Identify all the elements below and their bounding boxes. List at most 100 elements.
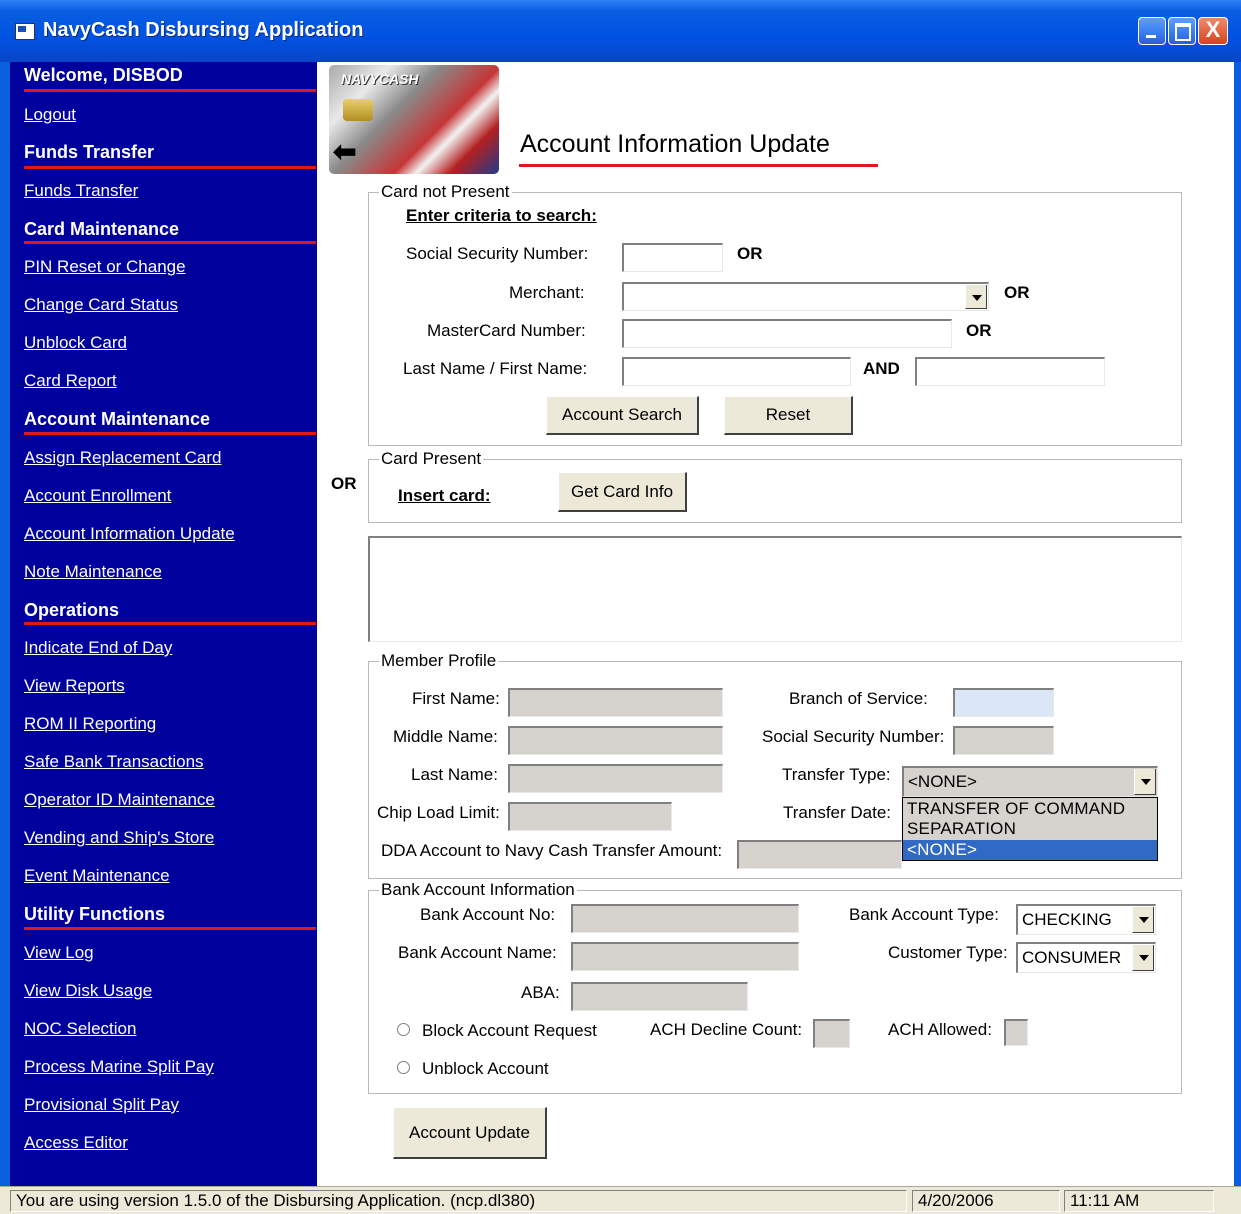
sidebar-item-provisional-split-pay[interactable]: Provisional Split Pay: [24, 1095, 179, 1115]
dda-transfer-field[interactable]: [737, 840, 902, 869]
chip-load-limit-field[interactable]: [508, 802, 672, 831]
ssn-input[interactable]: [622, 243, 723, 272]
customer-type-select[interactable]: CONSUMER: [1016, 942, 1156, 973]
branch-of-service-field[interactable]: [953, 688, 1054, 717]
middle-name-field[interactable]: [508, 726, 723, 755]
dropdown-option-transfer-of-command[interactable]: TRANSFER OF COMMAND: [907, 799, 1125, 819]
merchant-select[interactable]: [622, 282, 989, 311]
sidebar-item-note-maintenance[interactable]: Note Maintenance: [24, 562, 162, 582]
transfer-type-label: Transfer Type:: [782, 765, 891, 784]
sidebar-item-view-disk-usage[interactable]: View Disk Usage: [24, 981, 152, 1001]
section-divider: [24, 927, 316, 930]
sidebar-item-access-editor[interactable]: Access Editor: [24, 1133, 128, 1153]
dropdown-option-none[interactable]: <NONE>: [903, 840, 1157, 860]
sidebar-item-operator-id-maintenance[interactable]: Operator ID Maintenance: [24, 790, 215, 810]
sidebar-item-assign-replacement-card[interactable]: Assign Replacement Card: [24, 448, 221, 468]
section-divider: [24, 166, 316, 169]
member-ssn-field[interactable]: [953, 726, 1054, 755]
unblock-account-radio[interactable]: [397, 1061, 410, 1074]
last-name-input[interactable]: [622, 357, 851, 386]
logout-link[interactable]: Logout: [24, 105, 76, 125]
sidebar-item-process-marine-split-pay[interactable]: Process Marine Split Pay: [24, 1057, 214, 1077]
ach-allowed-field[interactable]: [1004, 1019, 1028, 1046]
sidebar-item-pin-reset[interactable]: PIN Reset or Change: [24, 257, 186, 277]
sidebar-item-safe-bank-transactions[interactable]: Safe Bank Transactions: [24, 752, 204, 772]
sidebar-item-vending-ships-store[interactable]: Vending and Ship's Store: [24, 828, 214, 848]
ach-decline-count-field[interactable]: [813, 1019, 850, 1048]
bank-account-name-field[interactable]: [571, 942, 799, 971]
search-criteria-heading: Enter criteria to search:: [406, 206, 597, 225]
section-divider: [24, 89, 316, 92]
dda-transfer-label: DDA Account to Navy Cash Transfer Amount…: [381, 841, 723, 860]
section-title-operations: Operations: [24, 600, 120, 620]
transfer-type-select[interactable]: <NONE>: [902, 766, 1158, 797]
bank-account-type-select[interactable]: CHECKING: [1016, 904, 1156, 935]
bank-account-no-label: Bank Account No:: [420, 905, 556, 924]
account-update-button[interactable]: Account Update: [393, 1107, 547, 1159]
name-label: Last Name / First Name:: [403, 359, 588, 378]
sidebar-item-unblock-card[interactable]: Unblock Card: [24, 333, 127, 353]
or-label: OR: [737, 244, 763, 263]
chevron-down-icon[interactable]: [1132, 945, 1154, 971]
member-profile-legend: Member Profile: [381, 651, 497, 670]
sidebar: Welcome, DISBOD Logout Funds Transfer Fu…: [10, 62, 317, 1186]
bank-account-legend: Bank Account Information: [381, 880, 575, 899]
block-account-radio[interactable]: [397, 1023, 410, 1036]
aba-field[interactable]: [571, 982, 748, 1011]
insert-card-label: Insert card:: [398, 486, 491, 505]
sidebar-item-noc-selection[interactable]: NOC Selection: [24, 1019, 136, 1039]
chevron-down-icon[interactable]: [1132, 907, 1154, 933]
member-ssn-label: Social Security Number:: [762, 727, 945, 746]
close-button[interactable]: X: [1198, 17, 1228, 45]
maximize-button[interactable]: [1168, 17, 1196, 45]
app-icon[interactable]: [15, 23, 35, 40]
chevron-down-icon[interactable]: [1134, 769, 1156, 795]
mastercard-input[interactable]: [622, 319, 952, 348]
or-label: OR: [966, 321, 992, 340]
get-card-info-button[interactable]: Get Card Info: [558, 472, 687, 512]
sidebar-item-account-information-update[interactable]: Account Information Update: [24, 524, 235, 544]
logo-text: NAVYCASH: [341, 71, 419, 87]
sidebar-item-indicate-end-of-day[interactable]: Indicate End of Day: [24, 638, 172, 658]
aba-label: ABA:: [521, 983, 560, 1002]
last-name-label: Last Name:: [411, 765, 498, 784]
sidebar-item-event-maintenance[interactable]: Event Maintenance: [24, 866, 170, 886]
arrow-left-icon: ⬅: [333, 136, 357, 167]
bank-account-name-label: Bank Account Name:: [398, 943, 557, 962]
merchant-label: Merchant:: [509, 283, 585, 302]
section-title-account-maintenance: Account Maintenance: [24, 409, 211, 429]
ach-decline-count-label: ACH Decline Count:: [650, 1020, 803, 1039]
section-title-card-maintenance: Card Maintenance: [24, 219, 180, 239]
sidebar-item-account-enrollment[interactable]: Account Enrollment: [24, 486, 171, 506]
first-name-input[interactable]: [915, 357, 1105, 386]
status-message: You are using version 1.5.0 of the Disbu…: [10, 1190, 907, 1212]
section-divider: [24, 432, 316, 435]
window-title: NavyCash Disbursing Application: [43, 19, 364, 41]
and-label: AND: [863, 359, 900, 378]
sidebar-item-rom-ii-reporting[interactable]: ROM II Reporting: [24, 714, 156, 734]
last-name-field[interactable]: [508, 764, 723, 793]
bank-account-no-field[interactable]: [571, 904, 799, 933]
transfer-type-value: <NONE>: [908, 772, 977, 791]
block-account-label: Block Account Request: [422, 1021, 597, 1040]
message-area: [368, 536, 1182, 642]
section-title-utility-functions: Utility Functions: [24, 904, 165, 924]
chevron-down-icon[interactable]: [965, 285, 987, 309]
sidebar-item-view-log[interactable]: View Log: [24, 943, 94, 963]
status-bar: You are using version 1.5.0 of the Disbu…: [0, 1186, 1241, 1214]
sidebar-item-funds-transfer[interactable]: Funds Transfer: [24, 181, 138, 201]
reset-button[interactable]: Reset: [724, 396, 853, 435]
first-name-label: First Name:: [412, 689, 500, 708]
minimize-button[interactable]: [1138, 17, 1166, 45]
chip-load-limit-label: Chip Load Limit:: [377, 803, 500, 822]
dropdown-option-separation[interactable]: SEPARATION: [907, 819, 1016, 839]
sidebar-item-view-reports[interactable]: View Reports: [24, 676, 125, 696]
account-search-button[interactable]: Account Search: [546, 396, 699, 435]
sidebar-item-card-report[interactable]: Card Report: [24, 371, 117, 391]
title-underline: [519, 164, 878, 167]
or-label: OR: [1004, 283, 1030, 302]
first-name-field[interactable]: [508, 688, 723, 717]
middle-name-label: Middle Name:: [393, 727, 498, 746]
status-date: 4/20/2006: [912, 1190, 1060, 1212]
sidebar-item-change-card-status[interactable]: Change Card Status: [24, 295, 178, 315]
